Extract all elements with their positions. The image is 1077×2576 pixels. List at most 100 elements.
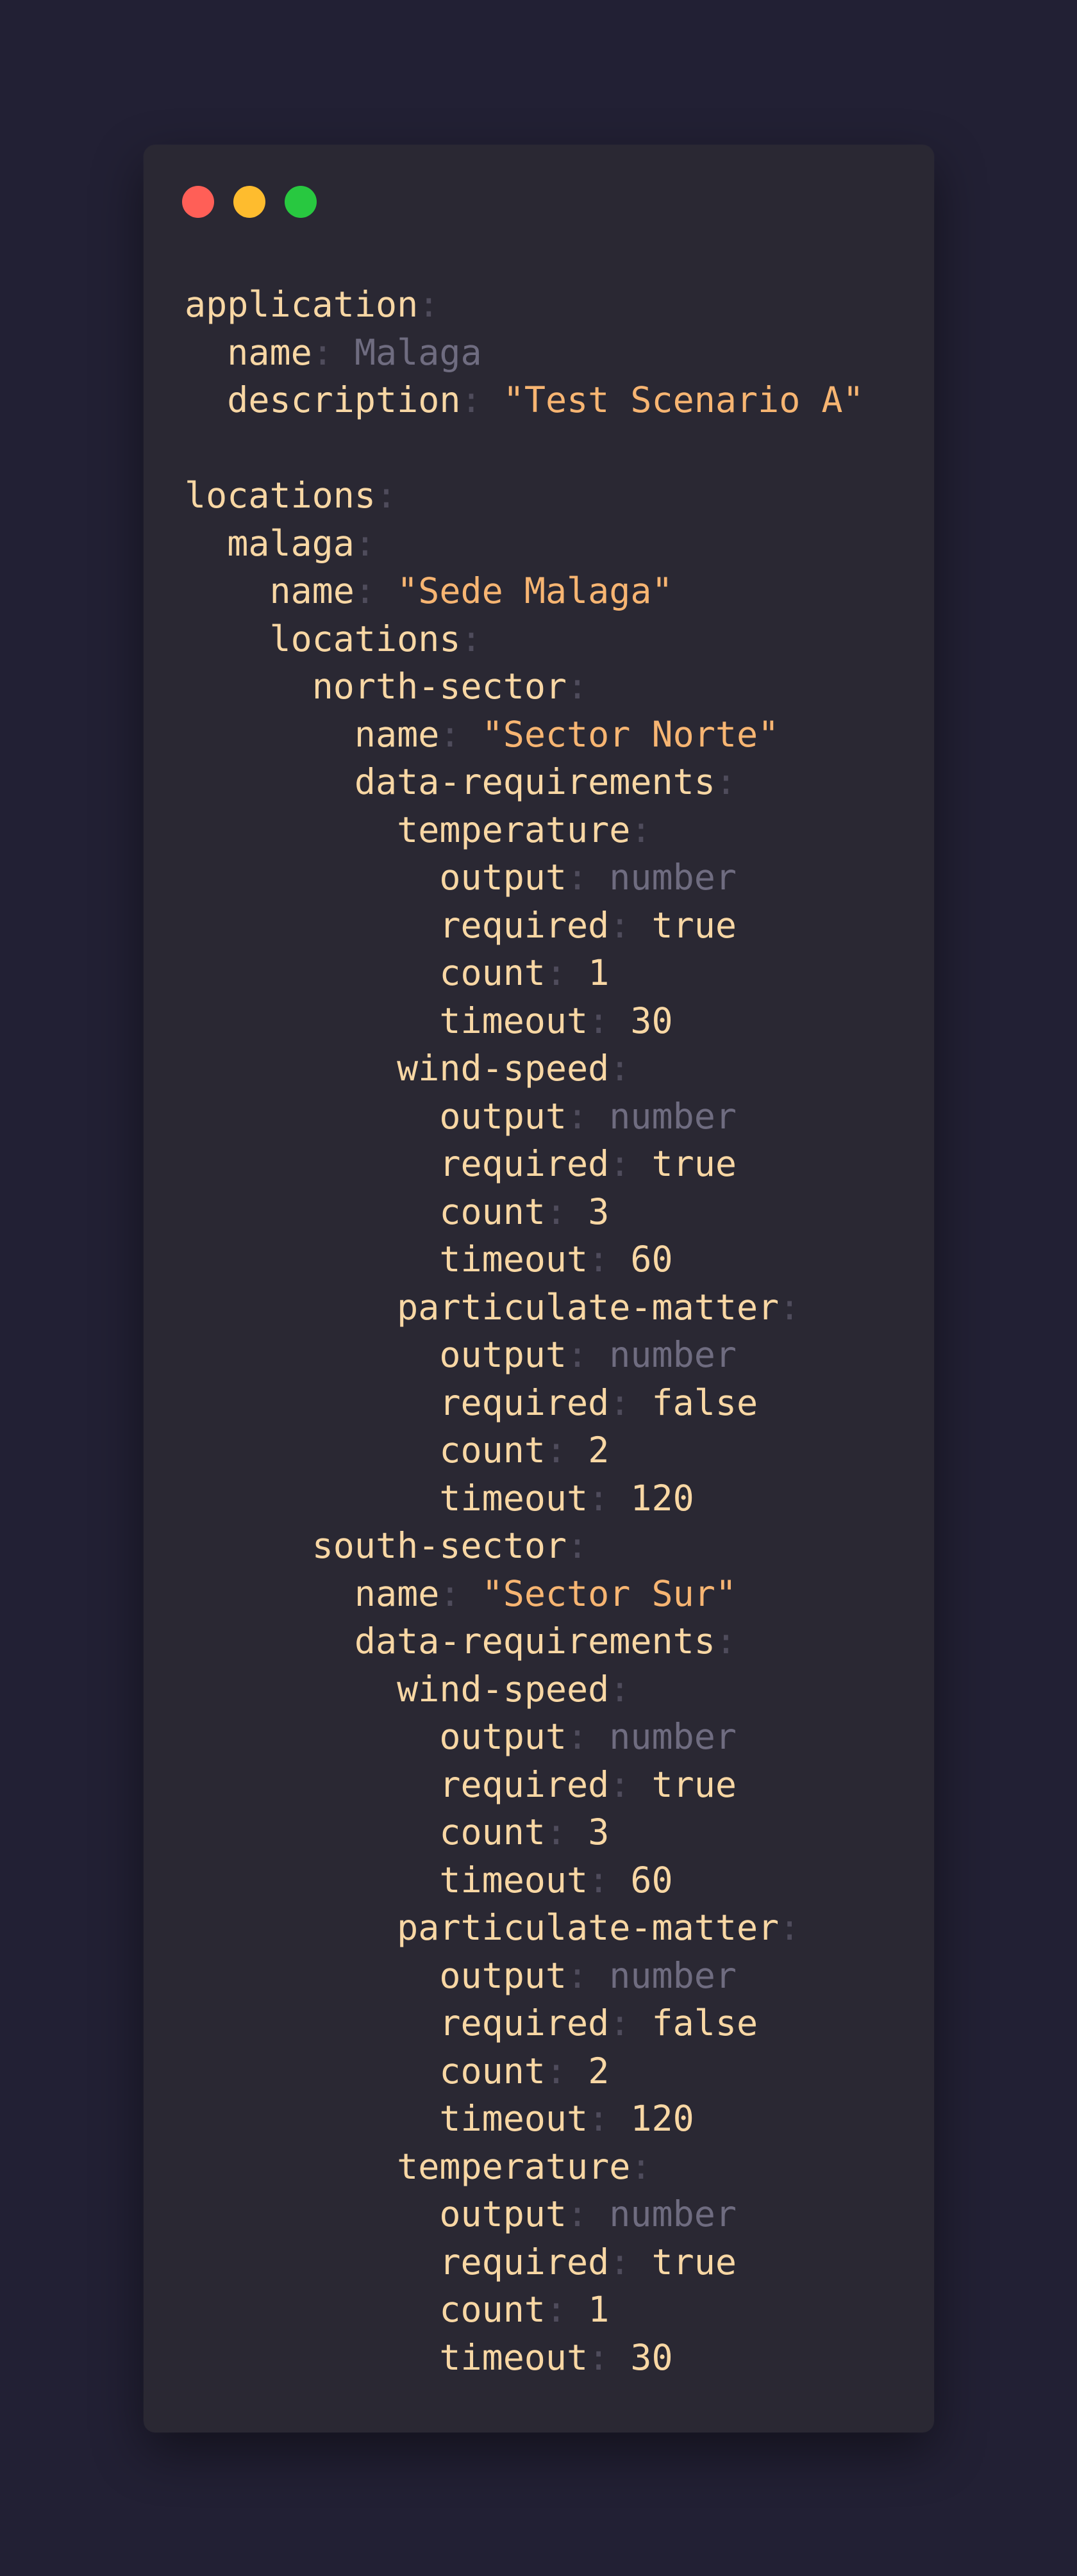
code-key: output xyxy=(439,1334,567,1375)
code-key: count xyxy=(439,2050,546,2092)
code-colon: : xyxy=(630,2145,652,2187)
code-key: timeout xyxy=(439,1000,589,1041)
code-line: south-sector: xyxy=(185,1522,864,1570)
code-value: 3 xyxy=(588,1812,610,1853)
code-value: number xyxy=(609,1334,737,1375)
code-line: wind-speed: xyxy=(185,1665,864,1713)
code-key: application xyxy=(185,284,419,325)
code-colon: : xyxy=(312,331,333,373)
code-value: 2 xyxy=(588,1430,610,1471)
code-line: required: false xyxy=(185,1379,864,1427)
code-value: 30 xyxy=(630,1000,673,1041)
code-line: required: false xyxy=(185,1999,864,2047)
code-line: malaga: xyxy=(185,520,864,568)
code-line: particulate-matter: xyxy=(185,1904,864,1952)
close-dot-icon[interactable] xyxy=(182,186,214,218)
code-colon: : xyxy=(567,857,589,898)
code-key: name xyxy=(269,570,355,611)
code-key: timeout xyxy=(439,1239,589,1280)
code-key: particulate-matter xyxy=(397,1286,780,1328)
code-key: timeout xyxy=(439,1477,589,1519)
code-key: temperature xyxy=(397,809,631,850)
code-colon: : xyxy=(609,1048,631,1089)
code-line: name: Malaga xyxy=(185,329,864,377)
code-value: number xyxy=(609,1954,737,1996)
code-line: particulate-matter: xyxy=(185,1284,864,1332)
code-colon: : xyxy=(715,761,737,802)
code-colon: : xyxy=(567,2193,589,2234)
code-colon: : xyxy=(354,570,376,611)
code-key: temperature xyxy=(397,2145,631,2187)
code-line: output: number xyxy=(185,1713,864,1761)
code-colon: : xyxy=(460,379,482,420)
code-line: timeout: 60 xyxy=(185,1856,864,1904)
code-value: 60 xyxy=(630,1239,673,1280)
code-value: false xyxy=(651,1382,758,1423)
yaml-code-block: application: name: Malaga description: "… xyxy=(185,281,864,2381)
maximize-dot-icon[interactable] xyxy=(285,186,317,218)
code-line: count: 2 xyxy=(185,1426,864,1474)
code-line: timeout: 30 xyxy=(185,2334,864,2382)
code-value: number xyxy=(609,1095,737,1137)
code-key: output xyxy=(439,2193,567,2234)
code-key: required xyxy=(439,1143,610,1184)
code-key: name xyxy=(354,1573,440,1614)
code-colon: : xyxy=(418,284,440,325)
code-key: timeout xyxy=(439,2336,589,2378)
code-line: count: 2 xyxy=(185,2047,864,2095)
code-line: output: number xyxy=(185,1093,864,1141)
code-line: timeout: 60 xyxy=(185,1235,864,1284)
code-key: output xyxy=(439,857,567,898)
code-line: timeout: 120 xyxy=(185,2095,864,2143)
code-key: required xyxy=(439,1382,610,1423)
code-colon: : xyxy=(588,1477,610,1519)
code-colon: : xyxy=(545,2289,567,2330)
code-value: "Test Scenario A" xyxy=(503,379,864,420)
code-key: data-requirements xyxy=(354,761,715,802)
code-colon: : xyxy=(779,1286,801,1328)
code-line: timeout: 30 xyxy=(185,997,864,1045)
code-line: name: "Sector Sur" xyxy=(185,1570,864,1618)
code-key: count xyxy=(439,1812,546,1853)
code-key: required xyxy=(439,2241,610,2283)
code-line: count: 1 xyxy=(185,949,864,997)
code-line: locations: xyxy=(185,472,864,520)
code-key: locations xyxy=(269,618,461,659)
code-key: locations xyxy=(185,475,376,516)
code-colon: : xyxy=(567,666,589,707)
code-key: name xyxy=(227,331,312,373)
minimize-dot-icon[interactable] xyxy=(233,186,265,218)
code-colon: : xyxy=(545,1191,567,1232)
code-colon: : xyxy=(609,1668,631,1710)
window-controls xyxy=(182,186,317,218)
code-line: locations: xyxy=(185,615,864,663)
code-line: temperature: xyxy=(185,2143,864,2191)
code-value: 1 xyxy=(588,952,610,993)
code-key: timeout xyxy=(439,1859,589,1901)
code-line: output: number xyxy=(185,1952,864,2000)
code-colon: : xyxy=(779,1907,801,1948)
code-line: name: "Sede Malaga" xyxy=(185,567,864,615)
code-value: 120 xyxy=(630,1477,694,1519)
code-colon: : xyxy=(376,475,397,516)
code-value: true xyxy=(651,1143,737,1184)
code-colon: : xyxy=(567,1954,589,1996)
code-value: 3 xyxy=(588,1191,610,1232)
code-window: application: name: Malaga description: "… xyxy=(144,145,934,2432)
code-key: count xyxy=(439,1191,546,1232)
